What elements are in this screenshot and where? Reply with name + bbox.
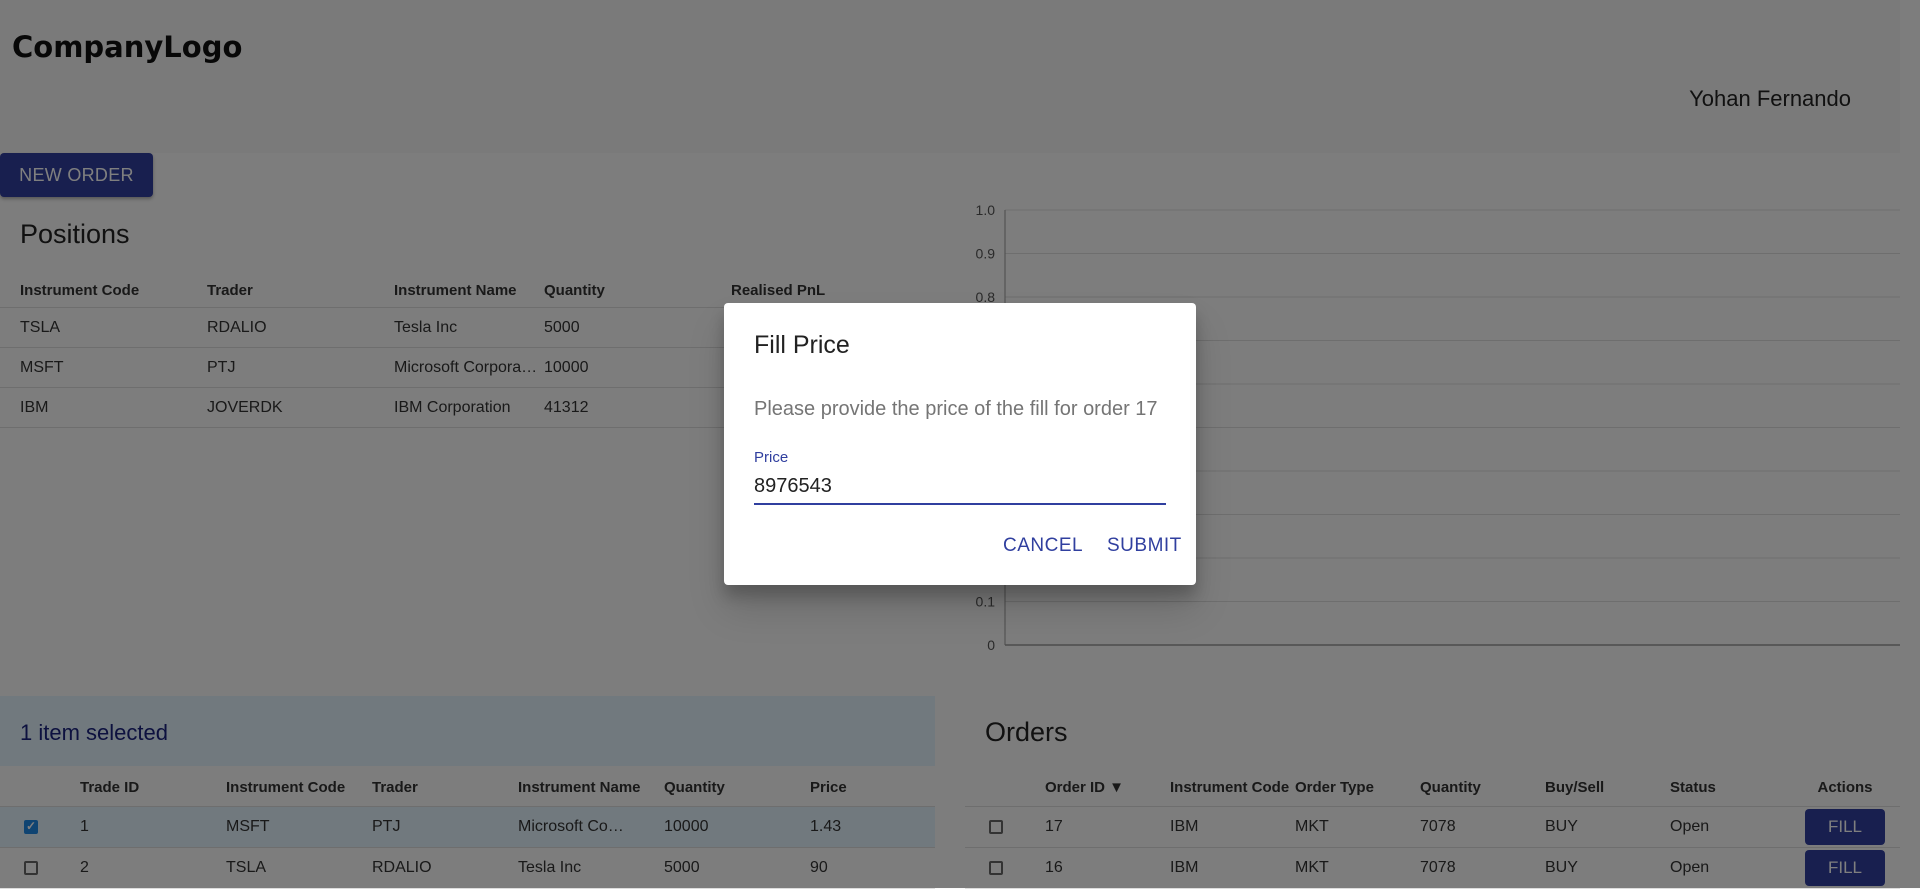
cancel-button[interactable]: CANCEL	[1003, 535, 1083, 557]
price-input[interactable]	[754, 469, 1166, 505]
fill-price-dialog: Fill Price Please provide the price of t…	[724, 303, 1196, 585]
dialog-title: Fill Price	[754, 331, 850, 359]
dialog-message: Please provide the price of the fill for…	[754, 398, 1158, 420]
submit-button[interactable]: SUBMIT	[1107, 535, 1182, 557]
price-label: Price	[754, 449, 789, 466]
